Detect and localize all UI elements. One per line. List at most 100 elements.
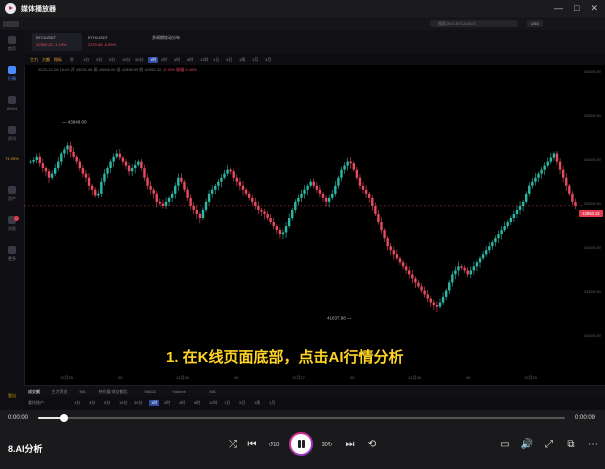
candle-body bbox=[207, 193, 211, 202]
repeat-off-button[interactable]: ⟲ bbox=[364, 437, 380, 453]
interval-2[interactable]: 3分 bbox=[96, 57, 102, 63]
more-options-button[interactable]: ⋯ bbox=[585, 437, 601, 453]
candle-body bbox=[361, 185, 365, 190]
x-tick: 12月28 bbox=[408, 375, 421, 380]
sidebar-item-percent[interactable]: 71.93% bbox=[0, 156, 24, 161]
sidebar-item-web3[interactable]: Web3 bbox=[0, 96, 24, 111]
maximize-button[interactable]: □ bbox=[574, 3, 579, 14]
sidebar-item-messages[interactable]: 消息 bbox=[0, 216, 24, 232]
bottom-interval-13[interactable]: 1月 bbox=[269, 400, 275, 406]
video-frame[interactable]: 搜索OKX-BTC/USDT USD 首页 行情 Web3 资讯 71.93% … bbox=[0, 17, 605, 410]
interval-12[interactable]: 3日 bbox=[226, 57, 232, 63]
tab-btc-usdt[interactable]: BTC/USDT 42950.32 -1.19% bbox=[32, 33, 82, 51]
indicator-3[interactable]: 持仓量/成交额比 bbox=[99, 389, 128, 395]
candle-body bbox=[300, 193, 303, 198]
bottom-interval-11[interactable]: 3日 bbox=[239, 400, 245, 406]
mini-player-icon: ⧉ bbox=[567, 439, 575, 450]
bottom-interval-8[interactable]: 6时 bbox=[194, 400, 200, 406]
x-tick: 12月25 bbox=[60, 375, 73, 380]
mini-player-button[interactable]: ⧉ bbox=[563, 437, 579, 453]
bottom-interval-2[interactable]: 5分 bbox=[104, 400, 110, 406]
candle-body bbox=[152, 189, 155, 194]
bottom-interval-12[interactable]: 1周 bbox=[254, 400, 260, 406]
candle-body bbox=[90, 185, 94, 190]
sidebar-item-home[interactable]: 首页 bbox=[0, 36, 24, 52]
indicator-1[interactable]: 主力资金 bbox=[52, 389, 68, 395]
candle-body bbox=[571, 193, 574, 202]
bottom-interval-4[interactable]: 30分 bbox=[134, 400, 142, 406]
bottom-interval-5[interactable]: 1时 bbox=[149, 400, 160, 406]
interval-8[interactable]: 4时 bbox=[174, 57, 180, 63]
tool-1[interactable]: 大额 bbox=[42, 57, 50, 63]
bottom-interval-1[interactable]: 3分 bbox=[89, 400, 95, 406]
candle-body bbox=[75, 156, 78, 162]
candle-body bbox=[57, 161, 60, 169]
skip-previous-icon: ⏮ bbox=[247, 439, 257, 450]
interval-9[interactable]: 6时 bbox=[187, 57, 193, 63]
candle-body bbox=[374, 205, 377, 214]
candle-body bbox=[167, 197, 171, 202]
indicator-4[interactable]: MACD bbox=[145, 389, 157, 394]
candle-body bbox=[401, 262, 405, 267]
currency-select[interactable]: USD bbox=[527, 20, 543, 27]
bottom-interval-6[interactable]: 2时 bbox=[164, 400, 170, 406]
pause-button[interactable] bbox=[289, 432, 313, 456]
interval-6[interactable]: 1时 bbox=[148, 57, 159, 63]
bottom-interval-7[interactable]: 4时 bbox=[179, 400, 185, 406]
tab-eth-usdt[interactable]: ETH/USDT 2375.58 -0.89% bbox=[84, 33, 134, 51]
interval-3[interactable]: 5分 bbox=[109, 57, 115, 63]
interval-5[interactable]: 30分 bbox=[135, 57, 143, 63]
bottom-interval-9[interactable]: 12时 bbox=[209, 400, 217, 406]
candle-body bbox=[84, 173, 88, 178]
interval-7[interactable]: 2时 bbox=[161, 57, 167, 63]
tool-2[interactable]: 指标 bbox=[54, 57, 62, 63]
candle-body bbox=[97, 193, 100, 196]
seek-bar[interactable] bbox=[38, 414, 565, 422]
sidebar-item-market[interactable]: 行情 bbox=[0, 66, 24, 82]
sidebar-item-news[interactable]: 资讯 bbox=[0, 126, 24, 142]
interval-14[interactable]: 1月 bbox=[252, 57, 258, 63]
next-button[interactable]: ⏭ bbox=[342, 437, 358, 453]
interval-4[interactable]: 15分 bbox=[122, 57, 130, 63]
fullscreen-button[interactable]: ⤢ bbox=[541, 437, 557, 453]
bottom-interval-3[interactable]: 15分 bbox=[119, 400, 127, 406]
candle-body bbox=[137, 161, 140, 165]
forward-30-button[interactable]: 30↻ bbox=[319, 437, 335, 453]
indicator-0[interactable]: 成交额 bbox=[28, 389, 40, 395]
bottom-interval-0[interactable]: 1分 bbox=[74, 400, 80, 406]
y-tick: 43500.00 bbox=[584, 113, 601, 118]
search-input[interactable]: 搜索OKX-BTC/USDT bbox=[430, 20, 518, 27]
rewind-10-button[interactable]: ↺10 bbox=[266, 437, 282, 453]
order-account[interactable]: 委托账户 bbox=[28, 400, 44, 406]
candlestick-chart[interactable]: — 43948.00 41637.98 — bbox=[24, 73, 582, 363]
interval-15[interactable]: 3月 bbox=[265, 57, 271, 63]
interval-1[interactable]: 1分 bbox=[83, 57, 89, 63]
interval-0[interactable]: 秒 bbox=[70, 57, 74, 63]
sidebar-item-more[interactable]: 更多 bbox=[0, 246, 24, 262]
bottom-interval-10[interactable]: 1日 bbox=[224, 400, 230, 406]
shuffle-button[interactable]: ⤮ bbox=[225, 437, 241, 453]
interval-10[interactable]: 12时 bbox=[200, 57, 208, 63]
candle-body bbox=[229, 169, 232, 172]
tab-multi-cycle[interactable]: 多周期轮动分布 bbox=[148, 33, 208, 51]
indicator-5[interactable]: Volume bbox=[173, 389, 186, 394]
minimize-button[interactable]: — bbox=[554, 3, 563, 14]
indicator-2[interactable]: MA bbox=[80, 389, 86, 394]
app-sidebar: 首页 行情 Web3 资讯 71.93% 资产 消息 更多 bbox=[0, 30, 25, 410]
previous-button[interactable]: ⏮ bbox=[244, 437, 260, 453]
candle-body bbox=[331, 193, 334, 198]
interval-11[interactable]: 1日 bbox=[213, 57, 219, 63]
tool-0[interactable]: 主力 bbox=[30, 57, 38, 63]
logout-button[interactable]: 登出 bbox=[4, 393, 20, 405]
interval-13[interactable]: 1周 bbox=[239, 57, 245, 63]
subtitles-button[interactable]: ▭ bbox=[497, 437, 513, 453]
indicator-6[interactable]: MA bbox=[210, 389, 216, 394]
candle-body bbox=[186, 189, 189, 198]
sidebar-item-assets[interactable]: 资产 bbox=[0, 186, 24, 202]
candle-body bbox=[155, 193, 158, 202]
candle-body bbox=[257, 205, 260, 210]
candle-body bbox=[247, 193, 251, 198]
volume-button[interactable]: 🔊 bbox=[519, 437, 535, 453]
seek-handle[interactable] bbox=[60, 414, 69, 422]
close-button[interactable]: ✕ bbox=[590, 3, 598, 14]
